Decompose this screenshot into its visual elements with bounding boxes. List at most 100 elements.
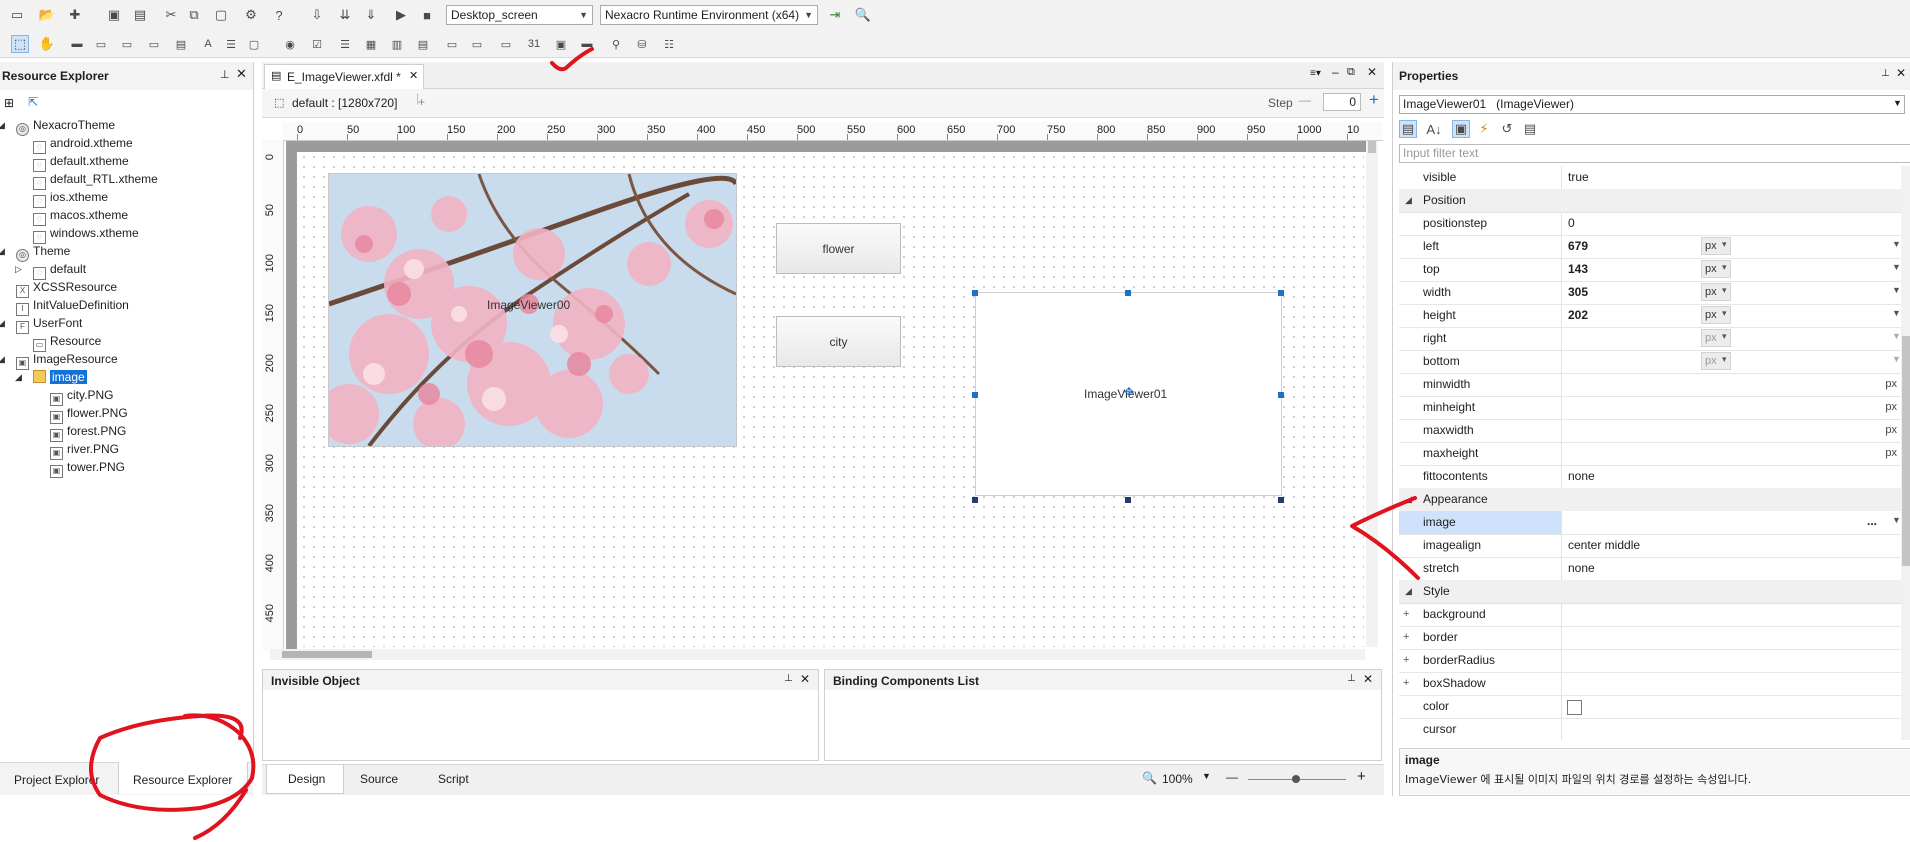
prop-value[interactable]: [1561, 327, 1701, 350]
prop-value[interactable]: [1561, 695, 1903, 718]
minimize-icon[interactable]: –: [1332, 65, 1339, 79]
checkbox-component-icon[interactable]: ☑: [308, 35, 326, 53]
new-item-icon[interactable]: ✚: [66, 6, 84, 24]
expand-icon[interactable]: ▷: [15, 260, 25, 278]
object-selector[interactable]: ImageViewer01 (ImageViewer): [1399, 95, 1905, 114]
prop-value[interactable]: [1561, 350, 1701, 373]
prop-value[interactable]: none: [1561, 557, 1903, 580]
prop-row-left[interactable]: left 679 px ▾ ▼: [1399, 235, 1903, 259]
close-editor-icon[interactable]: ✕: [1367, 65, 1377, 79]
resize-handle[interactable]: [972, 392, 978, 398]
city-button[interactable]: city: [776, 316, 901, 367]
close-icon[interactable]: ✕: [1363, 672, 1373, 686]
prop-value[interactable]: [1561, 649, 1903, 672]
pin-icon[interactable]: ⊥: [1881, 68, 1890, 79]
tree-item[interactable]: ▣ city.PNG: [40, 386, 113, 406]
prop-row-top[interactable]: top 143 px ▾ ▼: [1399, 258, 1903, 282]
help-icon[interactable]: ?: [270, 6, 288, 24]
resize-handle[interactable]: [1125, 497, 1131, 503]
tree-item[interactable]: ◌ default.xtheme: [23, 152, 129, 172]
prop-value[interactable]: [1561, 603, 1903, 626]
category-appearance[interactable]: ◢ Appearance: [1399, 488, 1903, 512]
design-canvas[interactable]: ImageViewer00 flower city ImageViewer01 …: [299, 152, 1364, 647]
tree-item[interactable]: ◢ ◎ Theme: [0, 242, 70, 262]
launch-icon[interactable]: ⇥: [826, 6, 844, 24]
properties-view-icon[interactable]: ▣: [1452, 120, 1470, 138]
prop-row-visible[interactable]: visible true: [1399, 166, 1903, 190]
maskedit-component-icon[interactable]: ▭: [145, 35, 163, 53]
group-component-icon[interactable]: ▢: [245, 35, 263, 53]
paste-icon[interactable]: ▢: [212, 6, 230, 24]
prop-row-stretch[interactable]: stretch none: [1399, 557, 1903, 581]
expand-icon[interactable]: +: [1403, 649, 1409, 672]
prop-row-imagealign[interactable]: imagealign center middle: [1399, 534, 1903, 558]
tab-project-explorer[interactable]: Project Explorer: [14, 769, 99, 791]
pin-icon[interactable]: ⊥: [784, 673, 793, 684]
step-increase-icon[interactable]: +: [1369, 90, 1379, 110]
prop-value[interactable]: 202: [1561, 304, 1701, 327]
add-resource-icon[interactable]: ⊞: [4, 96, 14, 110]
prop-row-cursor[interactable]: cursor: [1399, 718, 1903, 740]
deploy-icon[interactable]: ⇓: [362, 6, 380, 24]
tree-item[interactable]: I InitValueDefinition: [6, 296, 129, 316]
calendar-component-icon[interactable]: 31: [525, 35, 543, 53]
imageviewer-component-icon[interactable]: ▣: [552, 35, 570, 53]
static-component-icon[interactable]: A: [199, 35, 217, 53]
collapse-icon[interactable]: ◢: [0, 242, 8, 260]
events-view-icon[interactable]: ⚡: [1475, 120, 1493, 138]
prop-value[interactable]: 0: [1561, 212, 1903, 235]
tree-component-icon[interactable]: ▭: [468, 35, 486, 53]
tree-item[interactable]: ▣ forest.PNG: [40, 422, 126, 442]
menu-component-icon[interactable]: ▭: [443, 35, 461, 53]
chevron-down-icon[interactable]: ▼: [1892, 285, 1901, 295]
zoom-out-icon[interactable]: —: [1226, 770, 1238, 784]
filter-input[interactable]: Input filter text: [1399, 144, 1910, 163]
resize-handle[interactable]: [1125, 290, 1131, 296]
scrollbar-thumb[interactable]: [1902, 336, 1910, 566]
save-all-icon[interactable]: ▤: [131, 6, 149, 24]
collapse-icon[interactable]: ◢: [1405, 580, 1412, 603]
prop-value[interactable]: [1561, 419, 1903, 442]
progressbar-component-icon[interactable]: ▬: [578, 35, 596, 53]
resize-handle[interactable]: [972, 497, 978, 503]
prop-value[interactable]: [1561, 396, 1903, 419]
textarea-component-icon[interactable]: ▤: [172, 35, 190, 53]
tree-item[interactable]: ▣ tower.PNG: [40, 458, 125, 478]
tab-script[interactable]: Script: [438, 772, 469, 786]
tab-source[interactable]: Source: [360, 772, 398, 786]
tree-item[interactable]: X XCSSResource: [6, 278, 117, 298]
tree-item[interactable]: ◌ android.xtheme: [23, 134, 133, 154]
plugin-component-icon[interactable]: ⚲: [607, 35, 625, 53]
description-icon[interactable]: ▤: [1521, 120, 1539, 138]
prop-row-bottom[interactable]: bottom px ▾ ▼: [1399, 350, 1903, 374]
flower-button[interactable]: flower: [776, 223, 901, 274]
zoom-in-icon[interactable]: +: [1357, 768, 1366, 785]
settings-icon[interactable]: ⚙: [242, 6, 260, 24]
zoom-level[interactable]: 100%: [1162, 772, 1193, 786]
open-folder-icon[interactable]: ▭: [8, 6, 26, 24]
search-icon[interactable]: 🔍: [854, 6, 872, 24]
collapse-icon[interactable]: ◢: [15, 368, 25, 386]
scrollbar-thumb[interactable]: [282, 651, 372, 658]
copy-icon[interactable]: ⧉: [185, 6, 203, 24]
button-component-icon[interactable]: ▬: [68, 35, 86, 53]
tree-item[interactable]: ▣ flower.PNG: [40, 404, 128, 424]
prop-value[interactable]: [1561, 442, 1903, 465]
close-icon[interactable]: ✕: [800, 672, 810, 686]
hand-tool-icon[interactable]: ✋: [38, 35, 56, 53]
div-component-icon[interactable]: ▥: [388, 35, 406, 53]
tree-item[interactable]: ▭ Resource: [23, 332, 101, 352]
category-style[interactable]: ◢ Style: [1399, 580, 1903, 604]
tree-item[interactable]: ◢ ◎ NexacroTheme: [0, 116, 115, 136]
add-screen-icon[interactable]: +: [418, 95, 425, 109]
resize-handle[interactable]: [972, 290, 978, 296]
combo-component-icon[interactable]: ▭: [92, 35, 110, 53]
step-decrease-icon[interactable]: —: [1299, 93, 1311, 107]
prop-row-right[interactable]: right px ▾ ▼: [1399, 327, 1903, 351]
prop-row-minwidth[interactable]: minwidth px: [1399, 373, 1903, 397]
cut-icon[interactable]: ✂: [162, 6, 180, 24]
tree-item[interactable]: ◢ image: [15, 368, 87, 386]
listbox-component-icon[interactable]: ☰: [222, 35, 240, 53]
save-icon[interactable]: ▣: [105, 6, 123, 24]
screen-label[interactable]: default : [1280x720]: [292, 96, 397, 110]
